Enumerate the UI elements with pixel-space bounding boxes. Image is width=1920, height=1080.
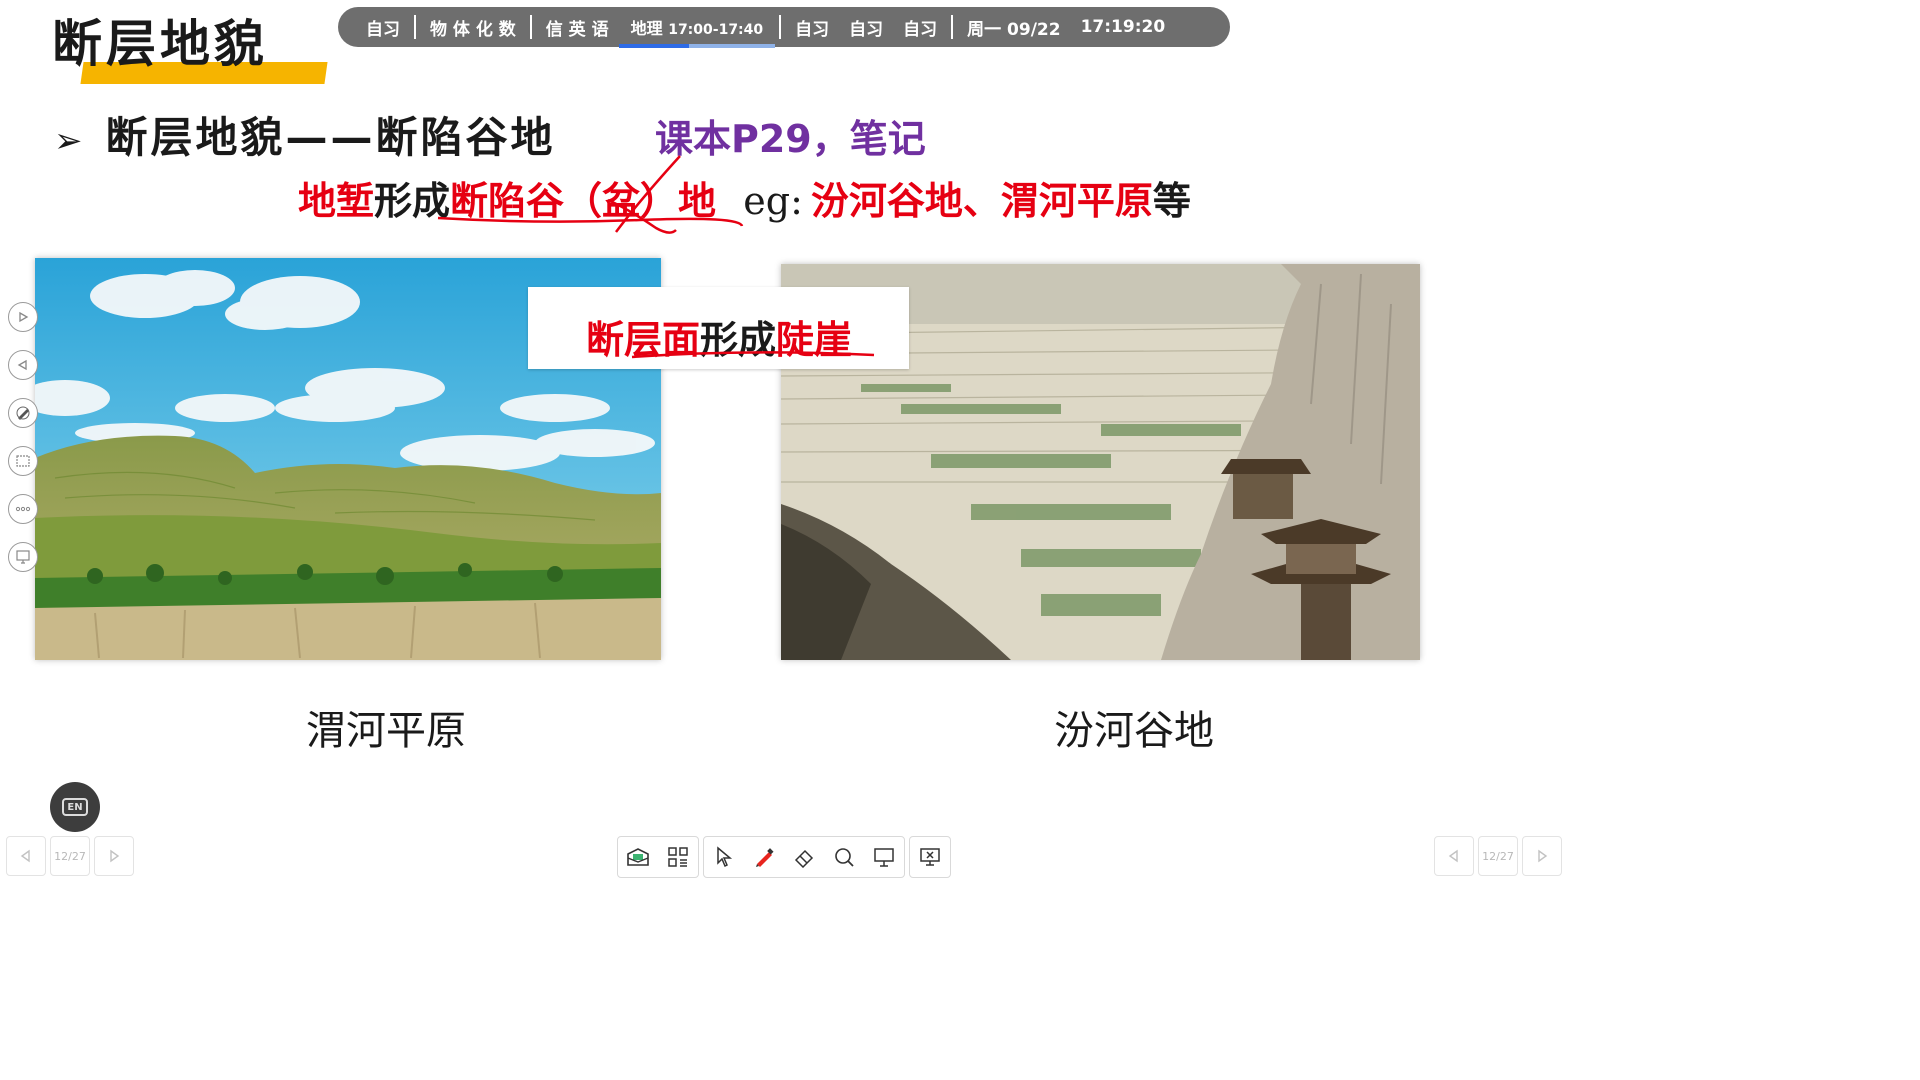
schedule-item: 物 体 化 数 [430,19,516,40]
schedule-separator [779,15,782,39]
prev-page-button[interactable] [1434,836,1474,876]
page-nav-right: 12/27 [1434,836,1562,876]
screenshot-icon[interactable] [8,446,38,476]
toolbar-group-exit [909,836,951,878]
term-graben: 地堑 [298,178,375,223]
handwritten-annotation [437,155,744,234]
side-toolbar [8,302,42,590]
back-icon[interactable] [8,350,38,380]
next-page-button[interactable] [94,836,134,876]
current-subject: 地理 [630,19,663,38]
more-icon[interactable] [8,494,38,524]
bullet-arrow-icon: ➢ [54,121,86,161]
eraser-icon[interactable] [784,837,824,877]
screen-icon[interactable] [8,542,38,572]
handwritten-underline [631,351,875,359]
search-icon[interactable] [824,837,864,877]
page-count-text: 12/27 [1482,849,1514,863]
schedule-separator [414,15,416,39]
page-counter[interactable]: 12/27 [50,836,90,876]
page-nav-left: 12/27 [6,836,134,876]
example-places: 汾河谷地、渭河平原 [810,178,1153,223]
schedule-clock: 17:19:20 [1080,17,1166,37]
language-label: EN [62,798,88,816]
schedule-item: 信 英 语 [545,19,609,40]
page-counter[interactable]: 12/27 [1478,836,1518,876]
current-time-range: 17:00-17:40 [668,22,764,38]
schedule-item: 自习 [795,19,830,40]
schedule-date: 周一 09/22 [967,19,1061,40]
schedule-item: 自习 [849,19,884,40]
schedule-separator [951,15,954,39]
caption-weihe-plain: 渭河平原 [306,708,466,754]
caption-fenhe-valley: 汾河谷地 [1054,708,1214,754]
toolbar-group-tools [703,836,905,878]
exit-icon[interactable] [910,837,950,877]
text-etc: 等 [1152,178,1191,223]
pen-icon[interactable] [744,837,784,877]
schedule-item: 自习 [903,19,938,40]
apps-icon[interactable] [658,837,698,877]
next-page-button[interactable] [1522,836,1562,876]
page-title: 断层地貌 [52,15,268,73]
prev-page-button[interactable] [6,836,46,876]
class-progress-fill [618,44,690,48]
page-title-block: 断层地貌 [52,4,328,84]
language-switch-button[interactable]: EN [50,782,100,832]
box-icon[interactable] [618,837,658,877]
toolbar-group-apps [617,836,699,878]
page-count-text: 12/27 [54,849,86,863]
schedule-separator [529,15,532,39]
schedule-current-class: 地理 17:00-17:40 [618,15,776,48]
pointer-icon[interactable] [704,837,744,877]
class-schedule-bar[interactable]: 自习 物 体 化 数 信 英 语 地理 17:00-17:40 自习 自习 自习… [338,7,1230,48]
whiteboard-icon[interactable] [864,837,904,877]
pen-settings-icon[interactable] [8,398,38,428]
play-icon[interactable] [8,302,38,332]
callout-box: 断层面形成陡崖 [528,287,909,369]
schedule-item: 自习 [366,19,400,40]
bottom-toolbar [617,836,951,878]
